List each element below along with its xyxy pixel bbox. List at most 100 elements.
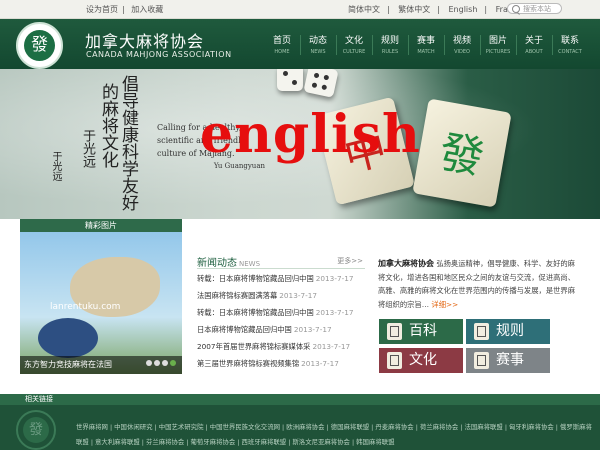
news-item[interactable]: 第三届世界麻将锦标赛视频集锦 2013-7-17 bbox=[197, 359, 365, 376]
gallery-dot[interactable] bbox=[154, 360, 160, 366]
nav-sublabel: CONTACT bbox=[558, 49, 582, 55]
related-links-heading: 相关链接 bbox=[0, 394, 600, 405]
gallery-dot[interactable] bbox=[162, 360, 168, 366]
dice-pip bbox=[313, 72, 320, 79]
related-link[interactable]: 欧洲麻将协会 bbox=[286, 423, 324, 431]
news-item-date: 2013-7-17 bbox=[315, 274, 354, 283]
top-utility-bar: 设为首页| 加入收藏 简体中文| 繁体中文| English| França 搜… bbox=[0, 0, 600, 19]
calligraphy-line-1: 倡导健康科学友好 bbox=[118, 75, 138, 211]
nav-sublabel: RULES bbox=[381, 49, 399, 55]
related-link[interactable]: 西班牙麻将联盟 bbox=[241, 438, 286, 446]
related-link[interactable]: 中国世界民族文化交流网 bbox=[210, 423, 280, 431]
nav-sublabel: MATCH bbox=[417, 49, 435, 55]
news-item[interactable]: 转载：日本麻将博物馆藏品回归中国 2013-7-17 bbox=[197, 308, 365, 325]
search-placeholder: 搜索本站 bbox=[523, 5, 551, 13]
nav-news[interactable]: 动态 NEWS bbox=[301, 33, 335, 55]
gallery-dot[interactable] bbox=[146, 360, 152, 366]
related-link[interactable]: 中国艺术研究院 bbox=[159, 423, 204, 431]
news-item[interactable]: 2007年首届世界麻将锦标赛媒体采 2013-7-17 bbox=[197, 342, 365, 359]
dice-pip bbox=[283, 71, 288, 76]
news-item-title[interactable]: 法国麻将锦标赛圆满落幕 bbox=[197, 291, 277, 300]
news-list: 转载：日本麻将博物馆藏品回归中国 2013-7-17 法国麻将锦标赛圆满落幕 201… bbox=[197, 274, 365, 376]
nav-pictures[interactable]: 图片 PICTURES bbox=[481, 33, 515, 55]
nav-sublabel: CULTURE bbox=[342, 49, 366, 55]
category-button-culture[interactable]: 文化 bbox=[379, 348, 463, 373]
news-divider bbox=[197, 268, 365, 269]
nav-contact[interactable]: 联系 CONTACT bbox=[553, 33, 587, 55]
gallery-pager bbox=[144, 359, 176, 369]
lang-traditional-link[interactable]: 繁体中文 bbox=[398, 5, 430, 14]
news-item-date: 2013-7-17 bbox=[293, 325, 332, 334]
related-link[interactable]: 丹麦麻将协会 bbox=[375, 423, 413, 431]
search-icon bbox=[512, 5, 520, 13]
intro-read-more-link[interactable]: 详细>> bbox=[431, 300, 458, 309]
category-label: 百科 bbox=[409, 323, 437, 339]
related-link[interactable]: 世界麻将网 bbox=[76, 423, 108, 431]
related-link[interactable]: 中国休闲研究 bbox=[114, 423, 152, 431]
gallery-image-figure bbox=[38, 318, 98, 358]
org-name-cn: 加拿大麻将协会 bbox=[85, 32, 205, 51]
add-favorite-link[interactable]: 加入收藏 bbox=[131, 5, 163, 14]
association-intro: 加拿大麻将协会 弘扬奥运精神，倡导健康、科学、友好的麻将文化，增进各国和地区民众… bbox=[378, 257, 582, 311]
related-link[interactable]: 意大利麻将联盟 bbox=[95, 438, 140, 446]
nav-label: 联系 bbox=[560, 36, 579, 46]
news-item-title[interactable]: 转载：日本麻将博物馆藏品回归中国 bbox=[197, 308, 314, 317]
gallery-dot-active[interactable] bbox=[170, 360, 176, 366]
nav-label: 关于 bbox=[524, 36, 543, 46]
news-title-en: NEWS bbox=[239, 260, 261, 268]
association-logo[interactable]: 發 bbox=[16, 22, 63, 69]
category-label: 规则 bbox=[496, 323, 524, 339]
nav-rules[interactable]: 规则 RULES bbox=[373, 33, 407, 55]
news-item-title[interactable]: 日本麻将博物馆藏品回归中国 bbox=[197, 325, 292, 334]
related-link[interactable]: 芬兰麻将协会 bbox=[146, 438, 184, 446]
nav-culture[interactable]: 文化 CULTURE bbox=[337, 33, 371, 55]
category-button-encyclopedia[interactable]: 百科 bbox=[379, 319, 463, 344]
dice-pip bbox=[321, 84, 328, 91]
nav-home[interactable]: 首页 HOME bbox=[265, 33, 299, 55]
nav-sublabel: NEWS bbox=[310, 49, 326, 55]
nav-sublabel: ABOUT bbox=[525, 49, 543, 55]
nav-label: 首页 bbox=[272, 36, 291, 46]
related-link[interactable]: 德国麻将联盟 bbox=[331, 423, 369, 431]
org-name-en: CANADA MAHJONG ASSOCIATION bbox=[86, 50, 232, 59]
news-item-title[interactable]: 2007年首届世界麻将锦标赛媒体采 bbox=[197, 342, 310, 351]
news-item-date: 2013-7-17 bbox=[301, 359, 339, 368]
nav-label: 动态 bbox=[308, 36, 327, 46]
tile-glyph: 發 bbox=[435, 126, 488, 185]
nav-sublabel: HOME bbox=[274, 49, 290, 55]
nav-about[interactable]: 关于 ABOUT bbox=[517, 33, 551, 55]
dice-pip bbox=[311, 82, 318, 89]
category-button-match[interactable]: 赛事 bbox=[466, 348, 550, 373]
news-item-date: 2013-7-17 bbox=[315, 308, 354, 317]
news-item-title[interactable]: 转载：日本麻将博物馆藏品回归中国 bbox=[197, 274, 314, 283]
nav-label: 赛事 bbox=[416, 36, 435, 46]
news-item[interactable]: 法国麻将锦标赛圆满落幕 2013-7-17 bbox=[197, 291, 365, 308]
calligraphy-signature: 于光远 bbox=[50, 151, 61, 181]
news-item[interactable]: 转载：日本麻将博物馆藏品回归中国 2013-7-17 bbox=[197, 274, 365, 291]
related-link[interactable]: 斯洛文尼亚麻将协会 bbox=[292, 438, 350, 446]
mahjong-tile-icon bbox=[474, 323, 489, 340]
category-button-rules[interactable]: 规则 bbox=[466, 319, 550, 344]
lang-simplified-link[interactable]: 简体中文 bbox=[348, 5, 380, 14]
mahjong-tile-icon bbox=[387, 323, 402, 340]
mahjong-tile-green: 發 bbox=[412, 98, 512, 208]
related-links-list: 世界麻将网 | 中国休闲研究 | 中国艺术研究院 | 中国世界民族文化交流网 |… bbox=[76, 420, 596, 450]
nav-video[interactable]: 视频 VIDEO bbox=[445, 33, 479, 55]
related-link[interactable]: 韩国麻将联盟 bbox=[356, 438, 394, 446]
set-homepage-link[interactable]: 设为首页 bbox=[86, 5, 118, 14]
gallery-slideshow[interactable]: lanrentuku.com 东方智力竞技麻将在法国 bbox=[20, 232, 182, 374]
nav-match[interactable]: 赛事 MATCH bbox=[409, 33, 443, 55]
news-item-date: 2013-7-17 bbox=[312, 342, 351, 351]
lang-english-link[interactable]: English bbox=[449, 5, 478, 14]
related-link[interactable]: 匈牙利麻将协会 bbox=[509, 423, 554, 431]
english-overlay-text[interactable]: english bbox=[200, 104, 421, 165]
related-link[interactable]: 法国麻将联盟 bbox=[464, 423, 502, 431]
site-footer: 相关链接 發 世界麻将网 | 中国休闲研究 | 中国艺术研究院 | 中国世界民族… bbox=[0, 394, 600, 450]
related-link[interactable]: 荷兰麻将协会 bbox=[420, 423, 458, 431]
news-more-link[interactable]: 更多>> bbox=[337, 256, 363, 266]
search-input[interactable]: 搜索本站 bbox=[507, 3, 562, 14]
site-header: 發 加拿大麻将协会 CANADA MAHJONG ASSOCIATION 首页 H… bbox=[0, 19, 600, 69]
news-item-title[interactable]: 第三届世界麻将锦标赛视频集锦 bbox=[197, 359, 299, 368]
related-link[interactable]: 葡萄牙麻将协会 bbox=[191, 438, 236, 446]
news-item[interactable]: 日本麻将博物馆藏品回归中国 2013-7-17 bbox=[197, 325, 365, 342]
